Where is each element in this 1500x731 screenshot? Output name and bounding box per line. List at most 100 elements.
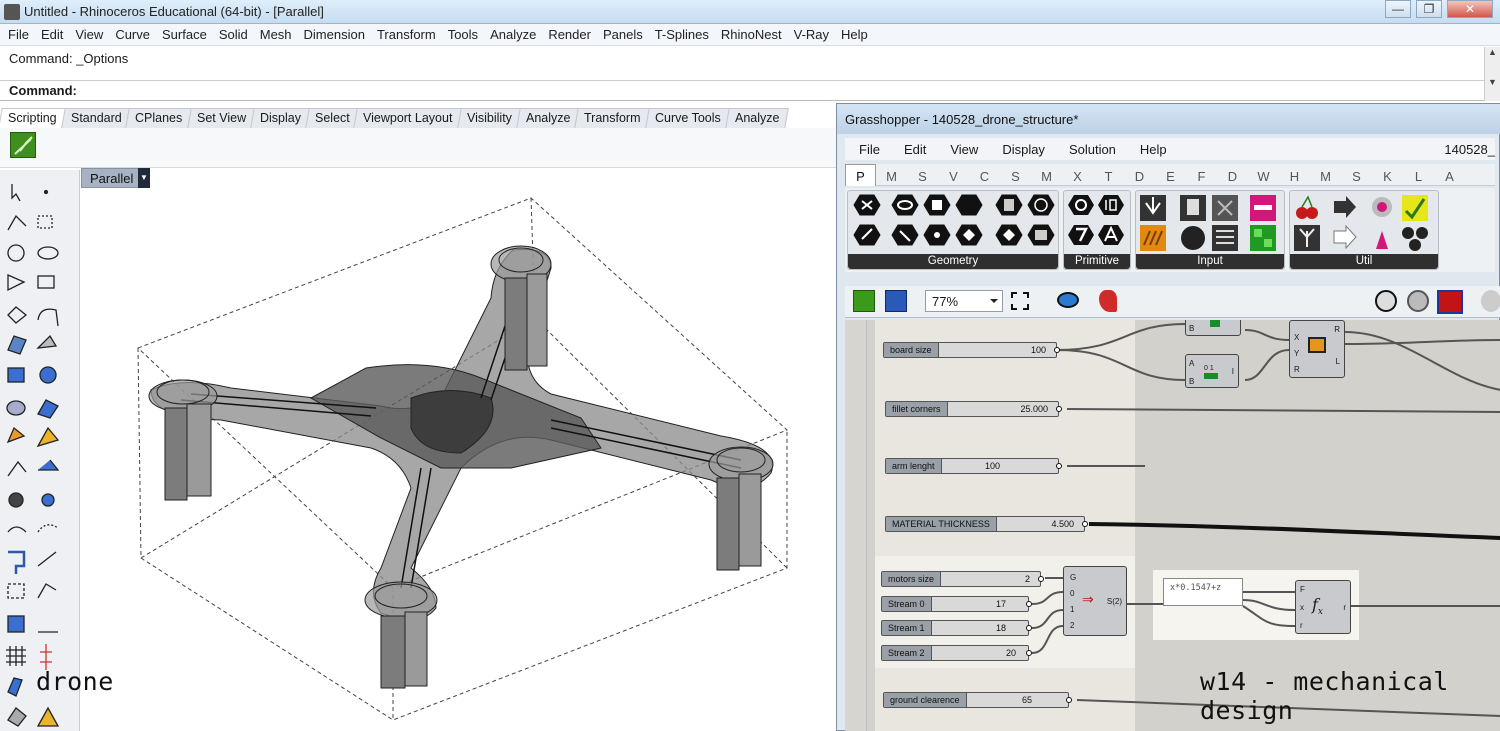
gh-category-tab[interactable]: W — [1248, 165, 1279, 184]
menu-file[interactable]: File — [0, 24, 35, 42]
viewport-label[interactable]: Parallel ▼ — [81, 168, 150, 188]
viewport-parallel[interactable]: Parallel ▼ — [81, 168, 836, 731]
menu-transform[interactable]: Transform — [371, 24, 442, 42]
primitive-component-icons[interactable] — [1064, 191, 1130, 255]
slider-stream-0[interactable]: Stream 0 17 — [881, 596, 1032, 612]
menu-dimension[interactable]: Dimension — [298, 24, 371, 42]
command-scrollbar[interactable]: ▲ ▼ — [1484, 47, 1500, 101]
gh-menu-view[interactable]: View — [936, 138, 988, 157]
save-file-icon[interactable] — [885, 290, 907, 312]
menu-view[interactable]: View — [69, 24, 109, 42]
slider-arm-lenght[interactable]: arm lenght 100 — [885, 458, 1062, 474]
tab-cplanes[interactable]: CPlanes — [125, 108, 193, 128]
slider-grip-icon[interactable] — [1026, 650, 1032, 656]
slider-stream-1[interactable]: Stream 1 18 — [881, 620, 1032, 636]
gh-category-tab[interactable]: C — [969, 165, 1000, 184]
menu-v-ray[interactable]: V-Ray — [788, 24, 835, 42]
tab-transform[interactable]: Transform — [574, 108, 651, 128]
gh-menu-help[interactable]: Help — [1126, 138, 1177, 157]
open-file-icon[interactable] — [853, 290, 875, 312]
gh-category-tab[interactable]: S — [907, 165, 938, 184]
gh-category-tab[interactable]: S — [1341, 165, 1372, 184]
gh-menu-display[interactable]: Display — [988, 138, 1055, 157]
tab-curve-tools[interactable]: Curve Tools — [645, 108, 731, 128]
menu-solid[interactable]: Solid — [213, 24, 254, 42]
preview-shaded-icon[interactable] — [1407, 290, 1429, 312]
gh-category-tab[interactable]: T — [1093, 165, 1124, 184]
slider-motors-size[interactable]: motors size 2 — [881, 571, 1044, 587]
gh-category-tab[interactable]: F — [1186, 165, 1217, 184]
menu-curve[interactable]: Curve — [109, 24, 156, 42]
grasshopper-launch-icon[interactable] — [10, 132, 36, 158]
preview-wireframe-icon[interactable] — [1375, 290, 1397, 312]
menu-analyze[interactable]: Analyze — [484, 24, 542, 42]
slider-fillet-corners[interactable]: fillet corners 25.000 — [885, 401, 1062, 417]
gh-menu-file[interactable]: File — [845, 138, 890, 157]
gh-category-tab[interactable]: V — [938, 165, 969, 184]
menu-help[interactable]: Help — [835, 24, 874, 42]
bake-icon[interactable] — [1481, 290, 1500, 312]
tab-select[interactable]: Select — [304, 108, 360, 128]
slider-board-size[interactable]: board size 100 — [883, 342, 1060, 358]
slider-grip-icon[interactable] — [1054, 347, 1060, 353]
geometry-component-icons[interactable] — [848, 191, 1058, 255]
slider-grip-icon[interactable] — [1026, 625, 1032, 631]
gh-menu-edit[interactable]: Edit — [890, 138, 936, 157]
slider-grip-icon[interactable] — [1056, 406, 1062, 412]
tab-standard[interactable]: Standard — [60, 108, 132, 128]
rectangle-component[interactable]: X Y R R L — [1289, 320, 1345, 378]
zoom-dropdown[interactable]: 77% — [925, 290, 1003, 312]
tab-set-view[interactable]: Set View — [186, 108, 256, 128]
gh-category-tab[interactable]: D — [1124, 165, 1155, 184]
expression-component[interactable]: F x r fx r — [1295, 580, 1351, 634]
gh-category-tab[interactable]: M — [876, 165, 907, 184]
viewport-menu-arrow-icon[interactable]: ▼ — [138, 168, 150, 188]
menu-t-splines[interactable]: T-Splines — [649, 24, 715, 42]
slider-ground-clearence[interactable]: ground clearence 65 — [883, 692, 1072, 708]
menu-mesh[interactable]: Mesh — [254, 24, 298, 42]
input-component-icons[interactable] — [1136, 191, 1284, 255]
gh-category-tab[interactable]: H — [1279, 165, 1310, 184]
maximize-button[interactable]: ❐ — [1416, 0, 1442, 18]
sketch-pen-icon[interactable] — [1099, 290, 1117, 312]
menu-render[interactable]: Render — [542, 24, 597, 42]
equality-component[interactable]: A B 0 1 I — [1185, 354, 1239, 388]
menu-surface[interactable]: Surface — [156, 24, 213, 42]
menu-panels[interactable]: Panels — [597, 24, 649, 42]
gh-menu-solution[interactable]: Solution — [1055, 138, 1126, 157]
gh-category-tab[interactable]: E — [1155, 165, 1186, 184]
slider-material-thickness[interactable]: MATERIAL THICKNESS 4.500 — [885, 516, 1088, 532]
top-mini-component[interactable]: B — [1185, 320, 1241, 336]
tab-analyze[interactable]: Analyze — [724, 108, 789, 128]
slider-grip-icon[interactable] — [1066, 697, 1072, 703]
preview-eye-icon[interactable] — [1057, 292, 1079, 308]
tab-display[interactable]: Display — [249, 108, 311, 128]
tool-palette-icons[interactable] — [0, 170, 80, 731]
util-component-icons[interactable] — [1290, 191, 1438, 255]
slider-stream-2[interactable]: Stream 2 20 — [881, 645, 1032, 661]
zoom-extents-icon[interactable] — [1011, 292, 1029, 310]
stream-filter-component[interactable]: G 0 1 2 ⇒ S(2) — [1063, 566, 1127, 636]
gh-category-tab[interactable]: L — [1403, 165, 1434, 184]
gh-category-tab[interactable]: M — [1310, 165, 1341, 184]
menu-tools[interactable]: Tools — [442, 24, 484, 42]
tab-analyze[interactable]: Analyze — [516, 108, 581, 128]
slider-grip-icon[interactable] — [1026, 601, 1032, 607]
tab-viewport-layout[interactable]: Viewport Layout — [353, 108, 463, 128]
gh-category-tab[interactable]: M — [1031, 165, 1062, 184]
preview-selected-icon[interactable] — [1437, 290, 1463, 314]
gh-category-tab[interactable]: D — [1217, 165, 1248, 184]
minimize-button[interactable]: — — [1385, 0, 1411, 18]
close-button[interactable]: ✕ — [1447, 0, 1493, 18]
slider-grip-icon[interactable] — [1038, 576, 1044, 582]
gh-category-tab[interactable]: S — [1000, 165, 1031, 184]
slider-grip-icon[interactable] — [1082, 521, 1088, 527]
gh-category-tab[interactable]: A — [1434, 165, 1465, 184]
menu-rhinonest[interactable]: RhinoNest — [715, 24, 788, 42]
menu-edit[interactable]: Edit — [35, 24, 69, 42]
tab-visibility[interactable]: Visibility — [457, 108, 522, 128]
gh-category-tab[interactable]: P — [845, 164, 876, 186]
gh-category-tab[interactable]: X — [1062, 165, 1093, 184]
tab-scripting[interactable]: Scripting — [0, 108, 67, 128]
slider-grip-icon[interactable] — [1056, 463, 1062, 469]
